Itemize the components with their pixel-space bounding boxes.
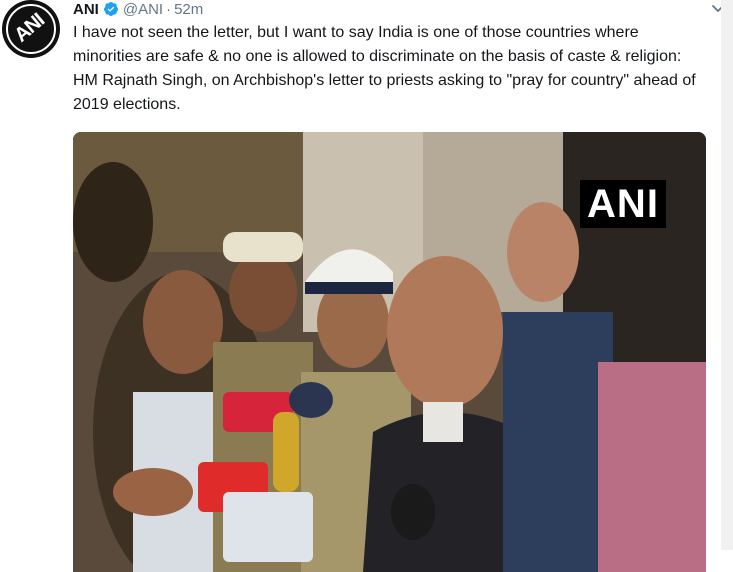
- avatar[interactable]: ANI: [2, 0, 60, 58]
- author-handle[interactable]: @ANI: [123, 1, 163, 18]
- tweet-media-photo[interactable]: ANI: [73, 132, 706, 572]
- tweet-timestamp[interactable]: 52m: [174, 1, 203, 18]
- tweet[interactable]: ANI ANI @ANI · 52m I have not seen the l…: [0, 0, 733, 572]
- author-name[interactable]: ANI: [73, 1, 99, 18]
- verified-badge-icon: [103, 2, 118, 16]
- scrollbar[interactable]: [721, 0, 733, 550]
- tweet-text: I have not seen the letter, but I want t…: [73, 24, 696, 113]
- header-separator: ·: [166, 0, 172, 18]
- tweet-header: ANI @ANI · 52m: [73, 0, 203, 20]
- media-watermark: ANI: [580, 180, 666, 228]
